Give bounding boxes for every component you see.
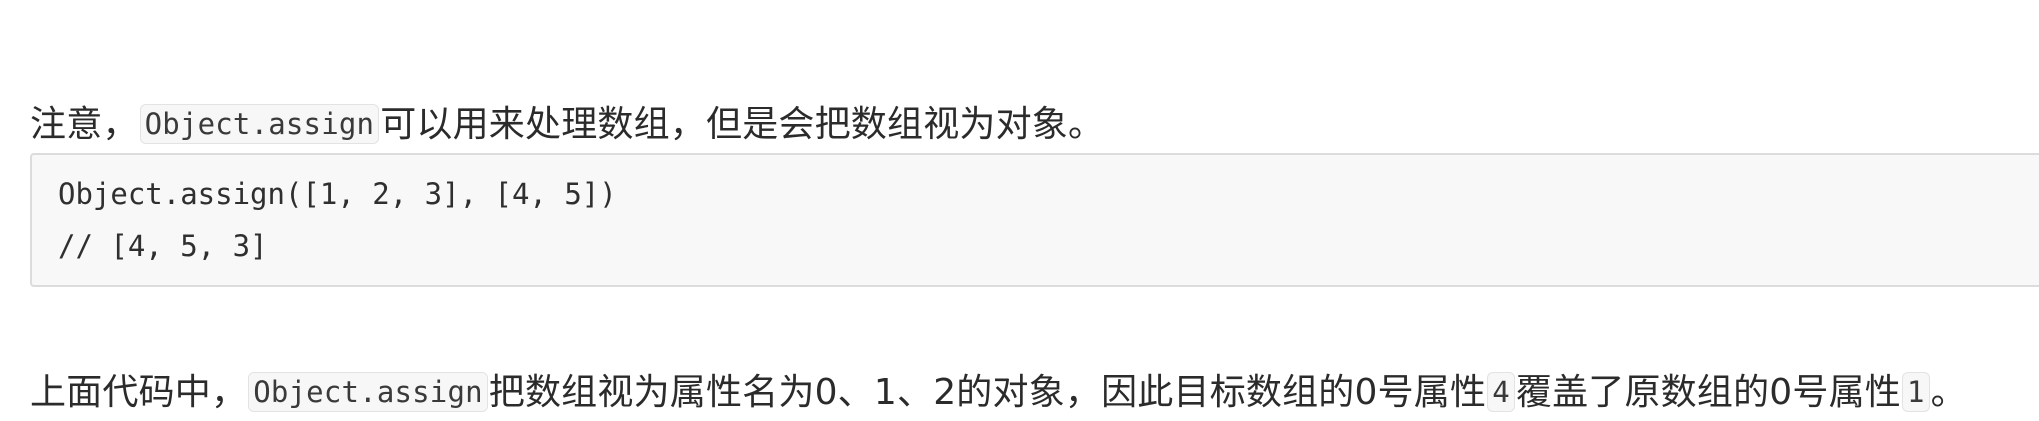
inline-code-object-assign: Object.assign	[139, 104, 380, 144]
paragraph-text: 把数组视为属性名为0、1、2的对象，因此目标数组的0号属性	[488, 372, 1487, 413]
paragraph-text: 。	[1930, 372, 1967, 413]
inline-code-object-assign: Object.assign	[248, 372, 488, 412]
code-comment-line: // [4, 5, 3]	[58, 229, 268, 263]
paragraph-text: 注意，	[30, 104, 139, 145]
inline-code-value-1: 1	[1901, 372, 1930, 412]
paragraph-text: 覆盖了原数组的0号属性	[1515, 372, 1901, 413]
code-line: Object.assign([1, 2, 3], [4, 5])	[58, 177, 617, 211]
paragraph-note: 注意， Object.assign 可以用来处理数组，但是会把数组视为对象。	[30, 96, 1104, 153]
code-block: Object.assign([1, 2, 3], [4, 5]) // [4, …	[30, 153, 2039, 287]
paragraph-text: 可以用来处理数组，但是会把数组视为对象。	[380, 104, 1105, 145]
paragraph-text: 上面代码中，	[30, 372, 248, 413]
paragraph-explanation: 上面代码中， Object.assign 把数组视为属性名为0、1、2的对象，因此目…	[30, 364, 1967, 421]
inline-code-value-4: 4	[1487, 372, 1515, 412]
